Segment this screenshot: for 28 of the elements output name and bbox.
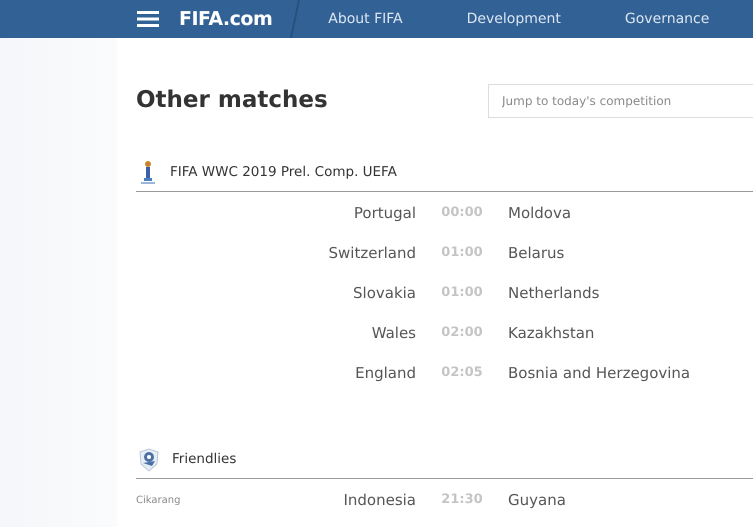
home-team: Indonesia: [342, 490, 416, 511]
nav-link[interactable]: Development: [466, 8, 561, 30]
away-team: Netherlands: [508, 282, 600, 304]
competition-name[interactable]: FIFA WWC 2019 Prel. Comp. UEFA: [170, 162, 397, 183]
away-team: Moldova: [508, 202, 572, 224]
kickoff-time: 01:00: [440, 244, 484, 262]
site-logo[interactable]: FIFA.com: [179, 4, 272, 34]
home-team: Wales: [370, 322, 416, 344]
nav-link[interactable]: About FIFA: [328, 8, 403, 30]
away-team: Kazakhstan: [508, 322, 594, 344]
nav-link[interactable]: Governance: [624, 8, 710, 30]
menu-icon[interactable]: [137, 11, 159, 27]
page-title: Other matches: [136, 87, 328, 115]
home-team: England: [354, 362, 416, 384]
away-team: Belarus: [508, 242, 564, 264]
away-team: Guyana: [508, 490, 566, 511]
kickoff-time: 21:30: [440, 491, 484, 510]
home-team: Switzerland: [328, 242, 416, 264]
trophy-icon: [138, 160, 158, 186]
kickoff-time: 02:00: [440, 324, 484, 342]
home-team: Slovakia: [352, 282, 416, 304]
competition-name[interactable]: Friendlies: [172, 449, 236, 470]
home-team: Portugal: [352, 202, 416, 224]
kickoff-time: 01:00: [440, 284, 484, 302]
kickoff-time: 00:00: [440, 204, 484, 222]
venue-label: Cikarang: [136, 494, 182, 508]
kickoff-time: 02:05: [440, 364, 484, 382]
away-team: Bosnia and Herzegovina: [508, 362, 690, 384]
